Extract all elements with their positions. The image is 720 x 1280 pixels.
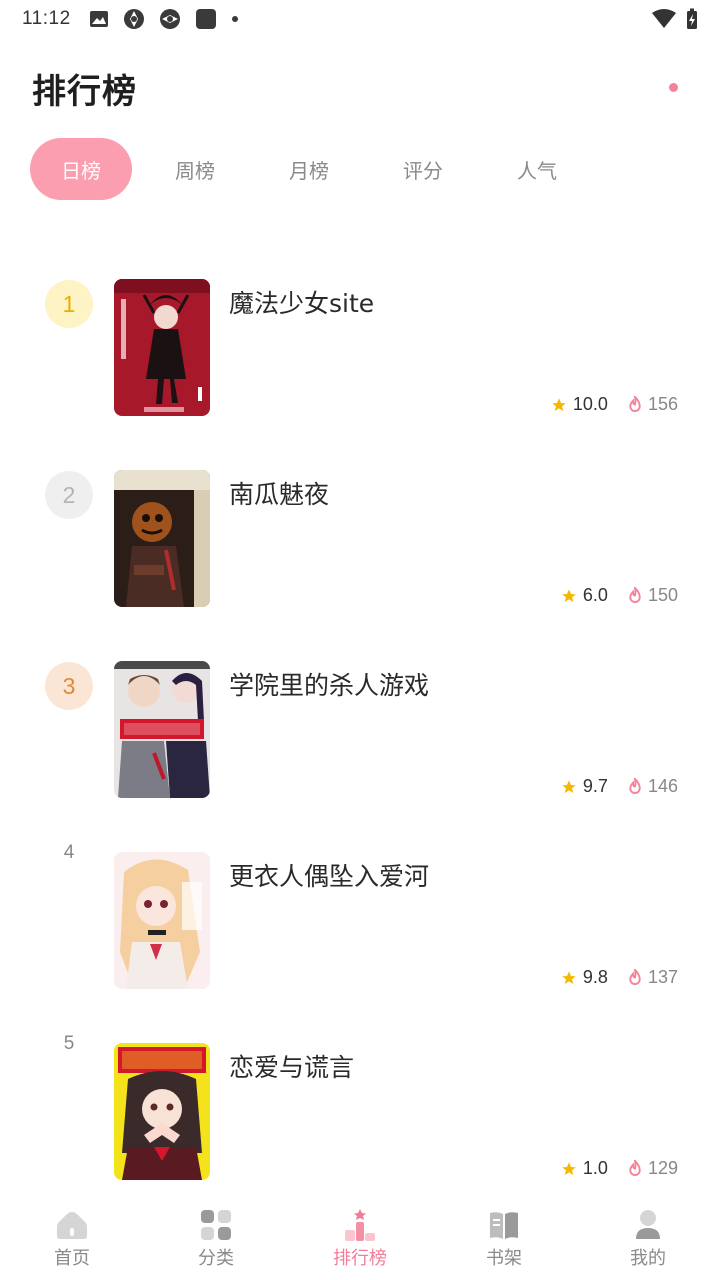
comic-hot-count: 137 — [647, 967, 678, 987]
comic-title: 南瓜魅夜 — [229, 480, 330, 509]
comic-stats: 1.0 129 — [561, 1158, 678, 1179]
nav-home-label: 首页 — [54, 1248, 90, 1269]
bottom-nav: 首页 分类 排行榜 书架 我的 — [0, 1200, 720, 1280]
more-notifications-dot-icon — [231, 16, 238, 22]
rank-badge: 1 — [45, 280, 93, 328]
wifi-icon — [652, 9, 676, 28]
ranking-list: 1 魔法少女site 10.0 156 2 南瓜魅夜 6.0 150 3 学院里… — [0, 256, 720, 1211]
comic-cover[interactable] — [114, 1043, 210, 1180]
tab-popularity[interactable]: 人气 — [486, 138, 588, 200]
flame-icon — [629, 778, 641, 794]
image-notification-icon — [89, 11, 108, 27]
rank-number: 5 — [63, 1033, 75, 1054]
nav-ranking-label: 排行榜 — [333, 1248, 387, 1269]
comic-stats: 10.0 156 — [551, 394, 678, 415]
star-icon — [552, 397, 566, 411]
rank-badge: 3 — [45, 662, 93, 710]
comic-title: 学院里的杀人游戏 — [229, 671, 430, 700]
ranking-item[interactable]: 2 南瓜魅夜 6.0 150 — [0, 447, 720, 638]
page-header: 排行榜 — [32, 66, 137, 112]
comic-title: 更衣人偶坠入爱河 — [229, 862, 430, 891]
comic-hot-count: 146 — [647, 776, 678, 796]
ranking-item[interactable]: 3 学院里的杀人游戏 9.7 146 — [0, 638, 720, 829]
comic-stats: 6.0 150 — [561, 585, 678, 606]
comic-title: 恋爱与谎言 — [229, 1053, 355, 1082]
comic-score: 9.7 — [582, 776, 608, 796]
comic-score: 6.0 — [582, 585, 608, 605]
rank-number: 4 — [63, 842, 75, 863]
comic-stats: 9.7 146 — [561, 776, 678, 797]
comic-cover[interactable] — [114, 661, 210, 798]
aperture-notification-icon-2 — [159, 9, 180, 29]
comic-cover[interactable] — [114, 470, 210, 607]
podium-icon — [345, 1209, 375, 1241]
aperture-notification-icon — [123, 9, 144, 29]
comic-cover-art — [114, 1043, 210, 1180]
status-time: 11:12 — [22, 8, 71, 29]
flame-icon — [629, 1160, 641, 1176]
star-icon — [562, 1161, 576, 1175]
comic-hot-count: 129 — [647, 1158, 678, 1178]
tab-monthly[interactable]: 月榜 — [258, 138, 360, 200]
comic-hot-count: 156 — [647, 394, 678, 414]
comic-score: 10.0 — [572, 394, 608, 414]
flame-icon — [629, 396, 641, 412]
book-icon — [490, 1212, 518, 1239]
nav-category[interactable]: 分类 — [144, 1200, 288, 1280]
notification-dot-icon[interactable] — [669, 83, 678, 92]
comic-hot-count: 150 — [647, 585, 678, 605]
grid-icon — [201, 1210, 231, 1240]
comic-cover-art — [114, 661, 210, 798]
nav-profile[interactable]: 我的 — [576, 1200, 720, 1280]
nav-home[interactable]: 首页 — [0, 1200, 144, 1280]
star-icon — [562, 779, 576, 793]
comic-cover[interactable] — [114, 279, 210, 416]
notification-icons — [89, 8, 239, 30]
comic-cover-art — [114, 852, 210, 989]
comic-cover[interactable] — [114, 852, 210, 989]
nav-ranking[interactable]: 排行榜 — [288, 1200, 432, 1280]
app-notification-icon — [195, 9, 216, 29]
ranking-tabs: 日榜 周榜 月榜 评分 人气 — [30, 138, 600, 200]
ranking-item[interactable]: 5 恋爱与谎言 1.0 129 — [0, 1020, 720, 1211]
tab-rating[interactable]: 评分 — [372, 138, 474, 200]
ranking-item[interactable]: 4 更衣人偶坠入爱河 9.8 137 — [0, 829, 720, 1020]
nav-profile-label: 我的 — [630, 1248, 666, 1269]
tab-daily[interactable]: 日榜 — [30, 138, 132, 200]
page-title: 排行榜 — [32, 71, 137, 112]
home-icon — [57, 1212, 87, 1239]
star-icon — [562, 970, 576, 984]
nav-bookshelf[interactable]: 书架 — [432, 1200, 576, 1280]
comic-cover-art — [114, 279, 210, 416]
rank-badge: 2 — [45, 471, 93, 519]
tab-weekly[interactable]: 周榜 — [144, 138, 246, 200]
comic-score: 9.8 — [582, 967, 608, 987]
nav-category-label: 分类 — [198, 1248, 234, 1269]
comic-title: 魔法少女site — [229, 289, 375, 318]
flame-icon — [629, 587, 641, 603]
battery-icon — [687, 8, 697, 29]
comic-cover-art — [114, 470, 210, 607]
comic-stats: 9.8 137 — [561, 967, 678, 988]
flame-icon — [629, 969, 641, 985]
comic-score: 1.0 — [582, 1158, 608, 1178]
ranking-item[interactable]: 1 魔法少女site 10.0 156 — [0, 256, 720, 447]
user-icon — [636, 1210, 660, 1239]
star-icon — [562, 588, 576, 602]
nav-bookshelf-label: 书架 — [486, 1248, 522, 1269]
status-bar: 11:12 — [0, 0, 720, 38]
